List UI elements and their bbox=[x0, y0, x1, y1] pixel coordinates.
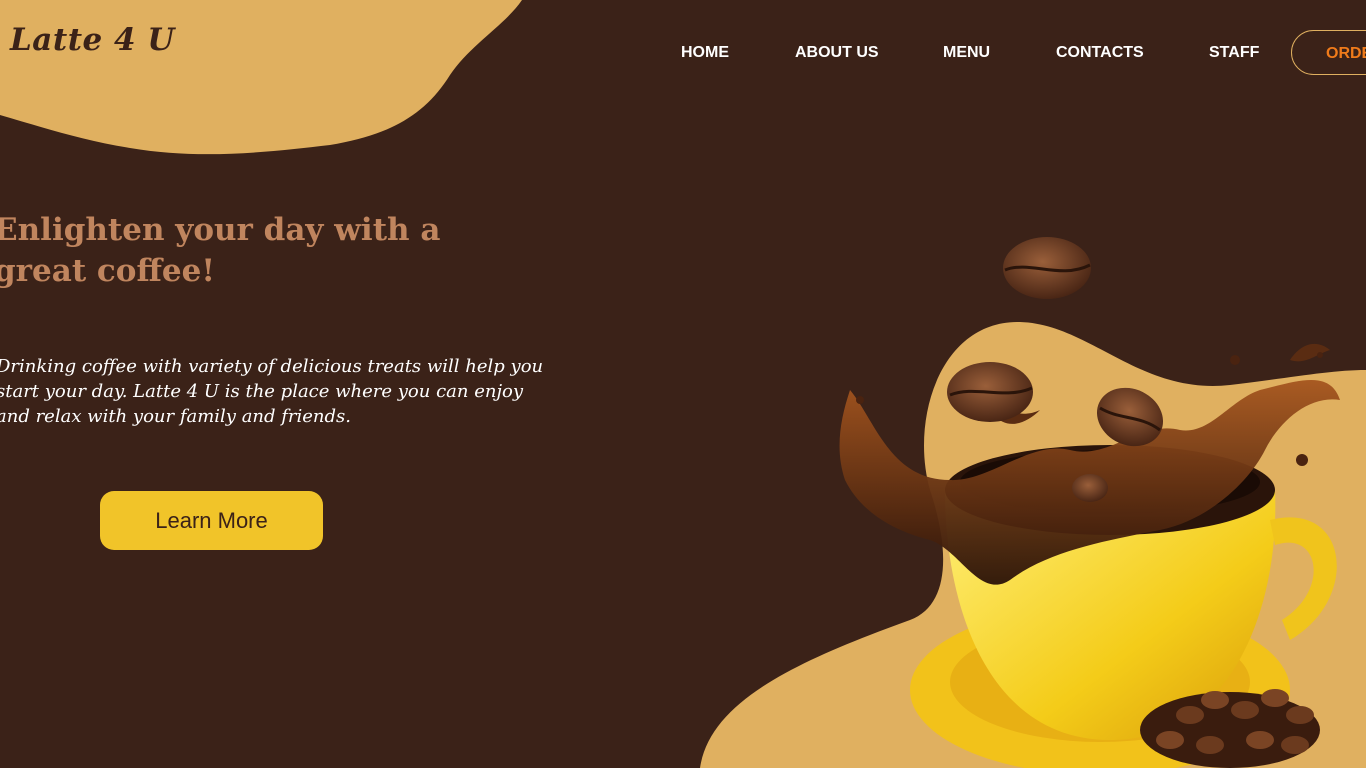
nav-menu-link[interactable]: MENU bbox=[943, 44, 990, 62]
order-button[interactable]: ORDER bbox=[1291, 30, 1366, 75]
learn-more-button[interactable]: Learn More bbox=[100, 491, 323, 550]
logo[interactable]: Latte 4 U bbox=[10, 22, 175, 58]
nav-about-us-link[interactable]: ABOUT US bbox=[795, 44, 879, 62]
nav-contacts-link[interactable]: CONTACTS bbox=[1056, 44, 1144, 62]
hero-title: Enlighten your day with a great coffee! bbox=[0, 212, 441, 289]
coffee-cup-illustration bbox=[700, 237, 1366, 768]
nav-staff-link[interactable]: STAFF bbox=[1209, 44, 1259, 62]
main-nav: HOME ABOUT US MENU CONTACTS STAFF ORDER bbox=[650, 30, 1366, 76]
hero-description: Drinking coffee with variety of deliciou… bbox=[0, 356, 544, 427]
nav-home-link[interactable]: HOME bbox=[681, 44, 729, 62]
